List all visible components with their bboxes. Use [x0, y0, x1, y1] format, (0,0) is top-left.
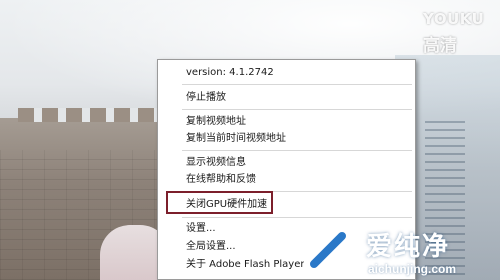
menu-separator — [182, 84, 412, 85]
menu-item-about-flash[interactable]: 关于 Adobe Flash Player — [186, 258, 305, 272]
aichunjing-logo-icon — [304, 224, 358, 278]
menu-item-show-video-info[interactable]: 显示视频信息 — [186, 156, 246, 170]
logo-url: aichunjing.com — [368, 262, 457, 276]
menu-item-version: version: 4.1.2742 — [186, 67, 274, 78]
menu-item-online-help[interactable]: 在线帮助和反馈 — [186, 173, 256, 187]
youku-hd-watermark: 高清 — [423, 36, 457, 56]
menu-separator — [182, 217, 412, 218]
site-logo: 爱纯净 aichunjing.com — [300, 222, 500, 280]
menu-separator — [182, 109, 412, 110]
highlight-box — [166, 191, 273, 214]
menu-item-copy-video-url[interactable]: 复制视频地址 — [186, 115, 246, 129]
menu-item-settings[interactable]: 设置... — [186, 222, 216, 236]
menu-separator — [182, 150, 412, 151]
menu-item-global-settings[interactable]: 全局设置... — [186, 240, 236, 254]
logo-title: 爱纯净 — [366, 232, 451, 262]
wall-battlement — [18, 108, 158, 122]
menu-item-copy-time-url[interactable]: 复制当前时间视频地址 — [186, 132, 286, 146]
youku-watermark: YOUKU — [423, 10, 485, 28]
menu-item-stop-playback[interactable]: 停止播放 — [186, 91, 226, 105]
